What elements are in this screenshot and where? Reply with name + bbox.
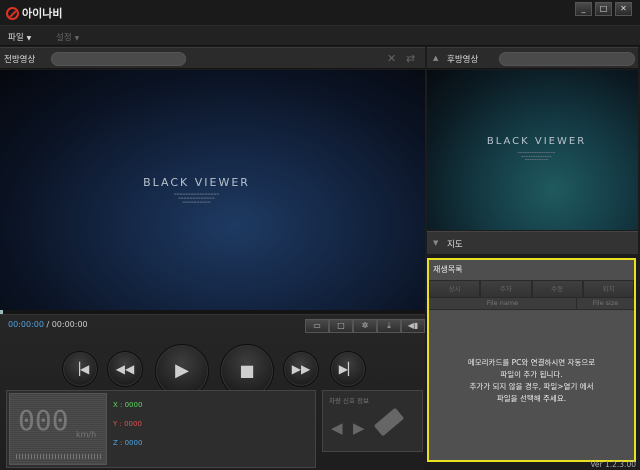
front-video-header: 전방영상 ✕ ⇄ bbox=[0, 47, 425, 69]
total-time: 00:00:00 bbox=[51, 320, 88, 329]
skip-back-icon: ▕◀ bbox=[70, 362, 90, 376]
play-icon: ▶ bbox=[175, 360, 189, 381]
inavi-logo-icon bbox=[6, 6, 19, 20]
fast-forward-icon: ▶▶ bbox=[291, 362, 311, 376]
brake-icon bbox=[373, 407, 405, 437]
tab-parking[interactable]: 주차 bbox=[480, 280, 532, 298]
rewind-icon: ◀◀ bbox=[115, 362, 135, 376]
rear-file-field[interactable] bbox=[499, 52, 635, 66]
rewind-button[interactable]: ◀◀ bbox=[107, 351, 143, 387]
rear-video-watermark-subtext: ▬▬▬▬▬▬▬▬▬▬▬▬▬▬▬▬ ▬▬▬▬▬▬▬▬▬▬▬▬▬ ▬▬▬▬▬▬▬▬▬▬ bbox=[517, 151, 556, 161]
time-separator: / bbox=[43, 320, 52, 329]
stop-icon: ■ bbox=[239, 361, 255, 380]
gsensor-z: Z : 0000 bbox=[113, 439, 143, 447]
vehicle-signal-title: 차량 신호 정보 bbox=[329, 397, 370, 405]
column-file-size[interactable]: File size bbox=[577, 298, 634, 309]
close-icon[interactable]: ✕ bbox=[387, 52, 396, 65]
speaker-icon: ◀▮ bbox=[407, 321, 419, 330]
front-video-watermark-subtext: ▬▬▬▬▬▬▬▬▬▬▬▬▬▬▬▬ ▬▬▬▬▬▬▬▬▬▬▬▬▬ ▬▬▬▬▬▬▬▬▬▬ bbox=[173, 192, 220, 204]
skip-forward-icon: ▶▏ bbox=[338, 362, 358, 376]
speed-scale bbox=[16, 454, 102, 459]
chevron-up-icon[interactable]: ▲ bbox=[433, 54, 438, 62]
empty-message-line: 파일이 추가 됩니다. bbox=[500, 370, 563, 379]
folder-icon: ▭ bbox=[313, 321, 321, 330]
seek-thumb[interactable] bbox=[0, 310, 3, 314]
empty-message-line: 추가가 되지 않을 경우, 파일>열기 에서 bbox=[469, 382, 594, 391]
gear-icon: ✲ bbox=[361, 321, 369, 330]
tab-always[interactable]: 상시 bbox=[429, 280, 481, 298]
app-title: 아이나비 bbox=[22, 7, 63, 20]
tab-manual[interactable]: 수동 bbox=[531, 280, 583, 298]
current-time: 00:00:00 bbox=[8, 320, 44, 329]
column-file-name[interactable]: File name bbox=[429, 298, 577, 309]
chevron-down-icon: ▼ bbox=[26, 35, 32, 42]
playlist-list[interactable]: 메모리카드를 PC와 연결하시면 자동으로 파일이 추가 됩니다. 추가가 되지… bbox=[429, 311, 634, 460]
playlist-title: 재생목록 bbox=[433, 265, 463, 274]
next-file-button[interactable]: ▶▏ bbox=[330, 351, 366, 387]
front-video-title: 전방영상 bbox=[4, 55, 36, 65]
sensor-panel: 000 km/h X : 0000 Y : 0000 Z : 0000 bbox=[6, 390, 316, 468]
fast-forward-button[interactable]: ▶▶ bbox=[283, 351, 319, 387]
player-controls: 00:00:00 / 00:00:00 ▭ □ ✲ ⤓ ◀▮ ▕◀ ◀◀ ▶ ■… bbox=[0, 315, 425, 470]
chevron-down-icon: ▼ bbox=[74, 35, 80, 42]
maximize-button[interactable]: □ bbox=[595, 2, 612, 16]
turn-signal-icon: ▶ bbox=[353, 419, 365, 437]
rear-video-title: 후방영상 bbox=[447, 55, 479, 65]
menu-settings[interactable]: 설정 ▼ bbox=[56, 31, 79, 43]
time-display: 00:00:00 / 00:00:00 bbox=[8, 320, 88, 329]
screen-icon: □ bbox=[337, 321, 345, 330]
front-file-field[interactable] bbox=[51, 52, 186, 66]
menu-file-label: 파일 bbox=[8, 33, 24, 43]
tab-location[interactable]: 위치 bbox=[582, 280, 634, 298]
speed-unit: km/h bbox=[76, 430, 97, 439]
rear-video-header: ▲ 후방영상 bbox=[427, 47, 638, 69]
empty-message-line: 메모리카드를 PC와 연결하시면 자동으로 bbox=[467, 358, 596, 367]
previous-file-button[interactable]: ▕◀ bbox=[62, 351, 98, 387]
menu-file[interactable]: 파일 ▼ bbox=[8, 31, 31, 43]
gsensor-x: X : 0000 bbox=[113, 401, 143, 409]
speedometer: 000 km/h bbox=[9, 393, 107, 465]
download-icon: ⤓ bbox=[387, 321, 391, 330]
turn-signal-icon: ◀ bbox=[331, 419, 343, 437]
transport-controls: ▕◀ ◀◀ ▶ ■ ▶▶ ▶▏ bbox=[0, 331, 425, 398]
speed-value: 000 bbox=[18, 404, 69, 437]
menu-bar: 파일 ▼ 설정 ▼ bbox=[0, 26, 640, 46]
title-bar: 아이나비 _ □ ✕ bbox=[0, 0, 640, 26]
app-logo: 아이나비 bbox=[6, 5, 62, 21]
minimize-button[interactable]: _ bbox=[575, 2, 592, 16]
map-title: 지도 bbox=[447, 240, 463, 250]
close-button[interactable]: ✕ bbox=[615, 2, 632, 16]
playlist-tabs: 상시 주차 수동 위치 bbox=[429, 280, 634, 298]
rear-video-watermark: BLACK VIEWER bbox=[486, 136, 587, 147]
chevron-down-icon: ▼ bbox=[433, 239, 439, 247]
front-video-view[interactable]: BLACK VIEWER ▬▬▬▬▬▬▬▬▬▬▬▬▬▬▬▬ ▬▬▬▬▬▬▬▬▬▬▬… bbox=[0, 70, 425, 310]
map-panel-header[interactable]: ▼ 지도 bbox=[427, 231, 638, 254]
menu-settings-label: 설정 bbox=[56, 33, 72, 43]
playlist-empty-message: 메모리카드를 PC와 연결하시면 자동으로 파일이 추가 됩니다. 추가가 되지… bbox=[439, 357, 624, 405]
gsensor-y: Y : 0000 bbox=[113, 420, 142, 428]
playlist-panel: 재생목록 상시 주차 수동 위치 File name File size 메모리… bbox=[427, 258, 636, 462]
playlist-column-headers: File name File size bbox=[429, 298, 634, 310]
rear-video-view[interactable]: BLACK VIEWER ▬▬▬▬▬▬▬▬▬▬▬▬▬▬▬▬ ▬▬▬▬▬▬▬▬▬▬▬… bbox=[427, 70, 638, 230]
swap-icon[interactable]: ⇄ bbox=[406, 52, 415, 65]
vehicle-signal-panel: 차량 신호 정보 ◀ ▶ bbox=[322, 390, 423, 452]
empty-message-line: 파일을 선택해 주세요. bbox=[496, 394, 567, 403]
version-label: Ver 1.2.3.00 bbox=[590, 460, 636, 469]
front-video-watermark: BLACK VIEWER bbox=[143, 176, 250, 189]
